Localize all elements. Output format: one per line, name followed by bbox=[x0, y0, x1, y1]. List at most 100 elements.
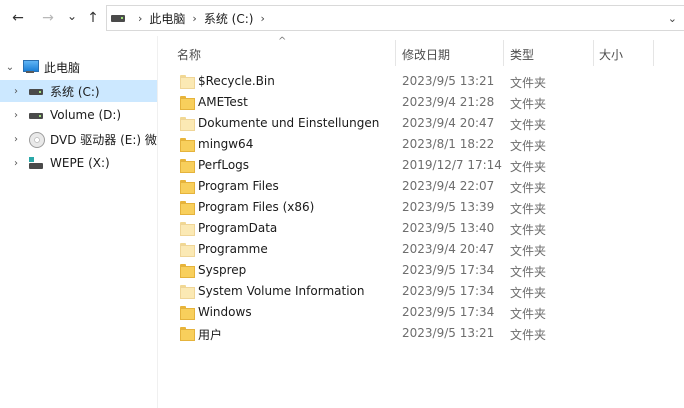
navigation-bar: ← → ⌄ ↑ › 此电脑 › 系统 (C:) › ⌄ bbox=[0, 0, 684, 36]
file-type: 文件夹 bbox=[510, 97, 547, 111]
address-expand[interactable]: ⌄ bbox=[668, 12, 677, 25]
folder-icon bbox=[180, 306, 195, 320]
table-row[interactable]: Programme 2023/9/4 20:47 文件夹 bbox=[174, 239, 684, 260]
table-row[interactable]: 用户 2023/9/5 13:21 文件夹 bbox=[174, 323, 684, 344]
table-row[interactable]: Sysprep 2023/9/5 17:34 文件夹 bbox=[174, 260, 684, 281]
chevron-right-icon[interactable]: › bbox=[10, 158, 22, 169]
chevron-right-icon[interactable]: › bbox=[10, 110, 22, 121]
arrow-left-icon[interactable]: ← bbox=[8, 8, 28, 28]
tree-item-this-pc[interactable]: ⌄ 此电脑 bbox=[0, 56, 157, 78]
file-date: 2023/9/5 17:34 bbox=[402, 305, 495, 319]
navigation-pane: ⌄ 此电脑 › 系统 (C:) › Volume (D:) › DVD 驱动器 … bbox=[0, 36, 158, 408]
file-name: Program Files bbox=[198, 179, 279, 193]
tree-item-label: 系统 (C:) bbox=[50, 84, 100, 99]
table-row[interactable]: $Recycle.Bin 2023/9/5 13:21 文件夹 bbox=[174, 71, 684, 92]
folder-icon bbox=[180, 75, 195, 89]
tree-item-wepe-x[interactable]: › WEPE (X:) bbox=[0, 152, 157, 174]
folder-icon bbox=[180, 201, 195, 215]
tree-item-volume-d[interactable]: › Volume (D:) bbox=[0, 104, 157, 126]
file-list: ^ 名称 修改日期 类型 大小 $Recycle.Bin 2023/9/5 13… bbox=[159, 36, 684, 408]
column-divider[interactable] bbox=[395, 40, 396, 66]
column-header-type[interactable]: 类型 bbox=[510, 40, 534, 68]
file-type: 文件夹 bbox=[510, 307, 547, 321]
file-type: 文件夹 bbox=[510, 139, 547, 153]
tree-item-label: 此电脑 bbox=[44, 60, 81, 75]
file-name: ProgramData bbox=[198, 221, 278, 235]
hard-drive-icon bbox=[28, 108, 44, 122]
breadcrumb-separator: › bbox=[138, 11, 143, 25]
file-date: 2019/12/7 17:14 bbox=[402, 158, 502, 172]
hard-drive-icon bbox=[28, 84, 44, 98]
network-drive-icon bbox=[28, 156, 44, 170]
file-date: 2023/9/4 22:07 bbox=[402, 179, 495, 193]
file-type: 文件夹 bbox=[510, 160, 547, 174]
folder-icon bbox=[180, 285, 195, 299]
column-divider[interactable] bbox=[593, 40, 594, 66]
breadcrumb-separator: › bbox=[192, 11, 197, 25]
file-name: Programme bbox=[198, 242, 268, 256]
file-date: 2023/9/5 17:34 bbox=[402, 263, 495, 277]
file-name: Dokumente und Einstellungen bbox=[198, 116, 380, 130]
file-type: 文件夹 bbox=[510, 328, 547, 342]
folder-icon bbox=[180, 327, 195, 341]
table-row[interactable]: Program Files (x86) 2023/9/5 13:39 文件夹 bbox=[174, 197, 684, 218]
hard-drive-icon bbox=[111, 14, 125, 22]
file-date: 2023/9/5 17:34 bbox=[402, 284, 495, 298]
file-name: mingw64 bbox=[198, 137, 254, 151]
file-type: 文件夹 bbox=[510, 76, 547, 90]
tree-item-system-c[interactable]: › 系统 (C:) bbox=[0, 80, 157, 102]
folder-icon bbox=[180, 96, 195, 110]
address-bar[interactable]: › 此电脑 › 系统 (C:) › ⌄ bbox=[106, 5, 684, 31]
folder-icon bbox=[180, 243, 195, 257]
tree-item-label: WEPE (X:) bbox=[50, 156, 110, 170]
file-date: 2023/9/5 13:39 bbox=[402, 200, 495, 214]
column-divider[interactable] bbox=[503, 40, 504, 66]
chevron-down-icon[interactable]: ⌄ bbox=[62, 6, 82, 26]
tree-item-label: Volume (D:) bbox=[50, 108, 122, 122]
file-type: 文件夹 bbox=[510, 118, 547, 132]
file-date: 2023/9/5 13:21 bbox=[402, 326, 495, 340]
folder-icon bbox=[180, 180, 195, 194]
file-type: 文件夹 bbox=[510, 202, 547, 216]
table-row[interactable]: mingw64 2023/8/1 18:22 文件夹 bbox=[174, 134, 684, 155]
table-row[interactable]: Program Files 2023/9/4 22:07 文件夹 bbox=[174, 176, 684, 197]
column-divider[interactable] bbox=[653, 40, 654, 66]
breadcrumb-this-pc[interactable]: 此电脑 bbox=[149, 10, 185, 27]
column-header-size[interactable]: 大小 bbox=[599, 40, 623, 68]
file-type: 文件夹 bbox=[510, 244, 547, 258]
table-row[interactable]: PerfLogs 2019/12/7 17:14 文件夹 bbox=[174, 155, 684, 176]
table-row[interactable]: Dokumente und Einstellungen 2023/9/4 20:… bbox=[174, 113, 684, 134]
file-date: 2023/8/1 18:22 bbox=[402, 137, 495, 151]
table-row[interactable]: Windows 2023/9/5 17:34 文件夹 bbox=[174, 302, 684, 323]
chevron-right-icon[interactable]: › bbox=[10, 86, 22, 97]
tree-item-dvd-e[interactable]: › DVD 驱动器 (E:) 微 bbox=[0, 128, 157, 150]
sort-ascending-icon: ^ bbox=[278, 36, 287, 47]
folder-icon bbox=[180, 159, 195, 173]
file-type: 文件夹 bbox=[510, 265, 547, 279]
file-name: Windows bbox=[198, 305, 252, 319]
file-name: PerfLogs bbox=[198, 158, 250, 172]
table-row[interactable]: ProgramData 2023/9/5 13:40 文件夹 bbox=[174, 218, 684, 239]
arrow-right-icon[interactable]: → bbox=[38, 8, 58, 28]
folder-icon bbox=[180, 264, 195, 278]
table-row[interactable]: System Volume Information 2023/9/5 17:34… bbox=[174, 281, 684, 302]
folder-icon bbox=[180, 117, 195, 131]
column-header-name[interactable]: 名称 bbox=[177, 40, 201, 68]
file-date: 2023/9/5 13:40 bbox=[402, 221, 495, 235]
arrow-up-icon[interactable]: ↑ bbox=[83, 8, 103, 28]
file-name: Sysprep bbox=[198, 263, 247, 277]
column-header-date[interactable]: 修改日期 bbox=[402, 40, 450, 68]
folder-icon bbox=[180, 138, 195, 152]
folder-icon bbox=[180, 222, 195, 236]
breadcrumb-separator: › bbox=[260, 11, 265, 25]
file-name: AMETest bbox=[198, 95, 248, 109]
file-type: 文件夹 bbox=[510, 223, 547, 237]
dvd-drive-icon bbox=[28, 132, 45, 148]
chevron-right-icon[interactable]: › bbox=[10, 134, 22, 145]
file-type: 文件夹 bbox=[510, 181, 547, 195]
breadcrumb-system-c[interactable]: 系统 (C:) bbox=[204, 10, 254, 27]
chevron-down-icon[interactable]: ⌄ bbox=[4, 62, 16, 73]
table-row[interactable]: AMETest 2023/9/4 21:28 文件夹 bbox=[174, 92, 684, 113]
file-name: System Volume Information bbox=[198, 284, 365, 298]
file-date: 2023/9/4 20:47 bbox=[402, 242, 495, 256]
